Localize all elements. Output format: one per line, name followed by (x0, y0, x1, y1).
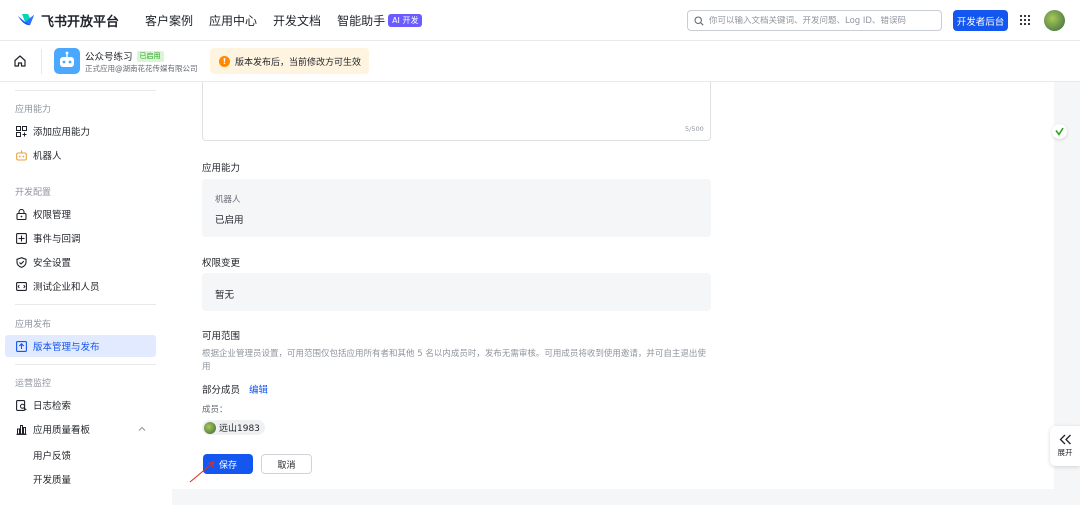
floating-assistant-button[interactable] (1052, 124, 1067, 139)
app-name: 公众号练习 已启用 (85, 49, 164, 63)
member-avatar (204, 421, 216, 434)
expand-label: 展开 (1057, 448, 1073, 457)
sidebar-subitem-user-feedback[interactable]: 用户反馈 (33, 448, 71, 462)
search-icon (694, 15, 704, 26)
char-count: 5/500 (685, 125, 704, 133)
permission-change-box (202, 273, 711, 311)
lock-icon (16, 208, 27, 220)
sidebar-divider (15, 90, 156, 91)
sidebar-divider (15, 304, 156, 305)
permission-change-value: 暂无 (215, 290, 235, 301)
sidebar-item-label: 添加应用能力 (33, 127, 91, 138)
sidebar-item-label: 版本管理与发布 (33, 342, 100, 353)
description-textarea[interactable] (202, 82, 711, 141)
grid-add-icon (16, 125, 27, 137)
feishu-logo-icon (18, 14, 34, 26)
dev-console-button[interactable]: 开发者后台 (953, 10, 1008, 31)
home-icon[interactable] (13, 54, 27, 68)
member-name: 远山1983 (219, 424, 260, 434)
members-label: 成员： (202, 405, 228, 415)
sidebar-item-label: 测试企业和人员 (33, 282, 100, 293)
capability-item-status: 已启用 (215, 215, 244, 226)
shield-icon (16, 256, 27, 268)
partial-members-label: 部分成员 (202, 385, 241, 396)
scope-description: 根据企业管理员设置，可用范围仅包括应用所有者和其他 5 名以内成员时，发布无需审… (202, 349, 706, 372)
edit-members-link[interactable]: 编辑 (249, 385, 268, 396)
section-title-capabilities: 应用能力 (15, 105, 52, 115)
sidebar-divider (15, 364, 156, 365)
log-search-icon (16, 399, 27, 411)
notice-text: 版本发布后，当前修改方可生效 (235, 57, 362, 68)
expand-panel-button[interactable]: 展开 (1050, 426, 1080, 466)
apps-grid-icon[interactable] (1019, 14, 1031, 26)
sidebar-item-robot[interactable]: 机器人 (5, 144, 156, 166)
app-status-badge: 已启用 (136, 50, 164, 62)
test-icon (16, 281, 27, 291)
nav-dev-docs[interactable]: 开发文档 (273, 12, 321, 29)
scope-label: 可用范围 (202, 331, 241, 342)
ai-badge: AI 开发 (388, 13, 423, 27)
sidebar-item-test-users[interactable]: 测试企业和人员 (5, 275, 156, 297)
app-subtitle: 正式应用@湖南花花传媒有限公司 (85, 64, 198, 73)
sidebar-item-add-capability[interactable]: 添加应用能力 (5, 120, 156, 142)
logo[interactable]: 飞书开放平台 (17, 11, 119, 30)
cancel-button[interactable]: 取消 (261, 454, 312, 474)
section-title-dev-config: 开发配置 (15, 188, 52, 198)
member-chip[interactable]: 远山1983 (202, 420, 265, 435)
sidebar-item-version-release[interactable]: 版本管理与发布 (5, 335, 156, 357)
event-icon (16, 232, 27, 244)
app-robot-icon (54, 48, 80, 74)
subbar-divider (41, 49, 42, 74)
publish-notice: ! 版本发布后，当前修改方可生效 (210, 48, 369, 74)
sidebar-item-label: 事件与回调 (33, 234, 81, 245)
sidebar-item-permissions[interactable]: 权限管理 (5, 203, 156, 225)
sidebar-item-events[interactable]: 事件与回调 (5, 227, 156, 249)
chart-icon (16, 424, 27, 435)
partial-members: 部分成员 编辑 (202, 382, 268, 396)
chevron-up-icon[interactable] (138, 425, 146, 433)
search-box[interactable] (687, 10, 942, 31)
section-title-monitoring: 运营监控 (15, 379, 52, 389)
section-title-publish: 应用发布 (15, 320, 52, 330)
sidebar-item-label: 权限管理 (33, 210, 72, 221)
double-chevron-left-icon (1059, 434, 1071, 445)
sidebar-item-label: 安全设置 (33, 258, 72, 269)
capability-label: 应用能力 (202, 163, 241, 174)
sidebar-item-security[interactable]: 安全设置 (5, 251, 156, 273)
warning-icon: ! (219, 55, 230, 67)
app-name-text: 公众号练习 (85, 52, 133, 63)
sidebar-item-log-search[interactable]: 日志检索 (5, 394, 156, 416)
nav-smart-assistant-label: 智能助手 (337, 13, 386, 28)
sidebar-item-label: 应用质量看板 (33, 425, 91, 436)
top-nav: 客户案例 应用中心 开发文档 智能助手 AI 开发 (145, 12, 438, 29)
robot-icon (16, 150, 27, 161)
check-icon (1055, 127, 1064, 136)
upload-icon (16, 340, 27, 352)
user-avatar[interactable] (1044, 10, 1065, 31)
nav-customer-cases[interactable]: 客户案例 (145, 12, 193, 29)
sidebar-item-quality-board[interactable]: 应用质量看板 (5, 418, 156, 440)
sidebar-subitem-dev-quality[interactable]: 开发质量 (33, 472, 71, 486)
permission-change-label: 权限变更 (202, 258, 241, 269)
sidebar-item-label: 机器人 (33, 151, 62, 162)
capability-item-title: 机器人 (215, 195, 241, 205)
nav-smart-assistant[interactable]: 智能助手 AI 开发 (337, 12, 423, 29)
logo-text: 飞书开放平台 (41, 14, 120, 30)
annotation-arrow-icon (189, 461, 215, 483)
nav-app-center[interactable]: 应用中心 (209, 12, 257, 29)
search-input[interactable] (709, 15, 929, 26)
capability-box (202, 179, 711, 237)
sidebar-item-label: 日志检索 (33, 401, 72, 412)
